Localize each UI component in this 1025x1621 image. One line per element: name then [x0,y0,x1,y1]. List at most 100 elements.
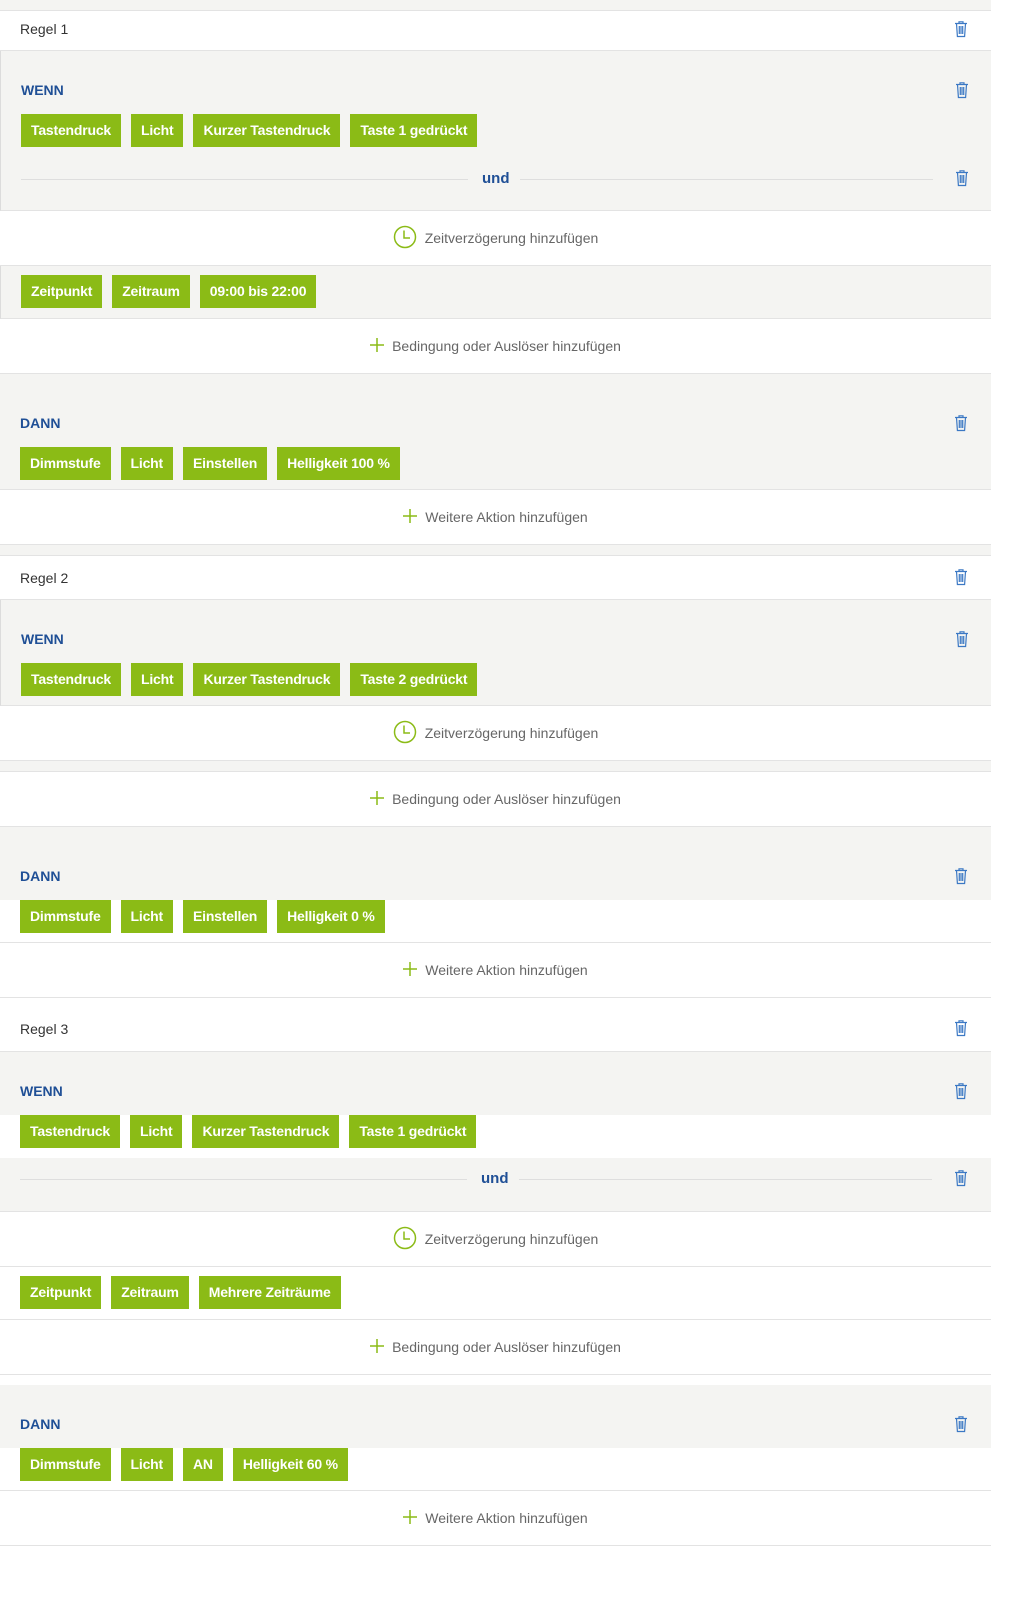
add-action-label: Weitere Aktion hinzufügen [425,509,588,525]
delete-rule-1-icon[interactable] [953,20,969,38]
delete-rule-3-icon[interactable] [953,1019,969,1037]
delete-dann-icon[interactable] [953,414,969,432]
chip[interactable]: Dimmstufe [20,900,111,933]
delete-rule-2-icon[interactable] [953,568,969,586]
chip[interactable]: AN [183,1448,223,1481]
add-condition-label: Bedingung oder Auslöser hinzufügen [392,791,621,807]
dann-label: DANN [20,868,61,884]
delete-dann-icon[interactable] [953,1415,969,1433]
chip[interactable]: Dimmstufe [20,1448,111,1481]
delete-wenn-icon[interactable] [954,630,970,648]
rules-editor: Regel 1 WENN Tastendruck Licht Kurzer Ta… [0,0,1025,1621]
add-action-button[interactable]: Weitere Aktion hinzufügen [0,1491,991,1546]
wenn-label: WENN [20,1083,63,1099]
add-condition-button[interactable]: Bedingung oder Auslöser hinzufügen [0,772,991,827]
plus-icon [370,337,385,355]
rule-3-und-row: und [0,1158,991,1212]
clock-icon [393,1226,417,1253]
add-delay-label: Zeitverzögerung hinzufügen [424,1231,599,1247]
chip[interactable]: Taste 1 gedrückt [350,114,478,147]
condition-chip-list: Zeitpunkt Zeitraum 09:00 bis 22:00 [21,275,317,308]
wenn-label: WENN [21,631,64,647]
add-condition-button[interactable]: Bedingung oder Auslöser hinzufügen [0,319,991,374]
add-delay-label: Zeitverzögerung hinzufügen [424,725,599,741]
chip[interactable]: 09:00 bis 22:00 [199,275,317,308]
add-delay-button[interactable]: Zeitverzögerung hinzufügen [0,706,991,761]
delete-und-icon[interactable] [953,1169,969,1187]
und-label: und [482,170,510,187]
clock-icon [393,225,417,252]
dann-chip-list: Dimmstufe Licht Einstellen Helligkeit 10… [20,447,400,480]
add-condition-label: Bedingung oder Auslöser hinzufügen [392,1339,621,1355]
dann-chip-list: Dimmstufe Licht AN Helligkeit 60 % [20,1448,348,1481]
und-divider-left [20,1179,467,1180]
chip[interactable]: Tastendruck [21,663,122,696]
chip[interactable]: Zeitpunkt [21,275,103,308]
condition-chip-list: Zeitpunkt Zeitraum Mehrere Zeiträume [20,1276,341,1309]
add-condition-button[interactable]: Bedingung oder Auslöser hinzufügen [0,1320,991,1375]
chip[interactable]: Tastendruck [20,1115,121,1148]
chip[interactable]: Kurzer Tastendruck [192,1115,340,1148]
wenn-label: WENN [21,82,64,98]
chip[interactable]: Taste 1 gedrückt [349,1115,477,1148]
rule-3-header: Regel 3 [0,998,991,1052]
rule-1-dann-section: DANN Dimmstufe Licht Einstellen Helligke… [0,374,991,490]
chip[interactable]: Licht [131,663,184,696]
rule-3-dann-chip-row: Dimmstufe Licht AN Helligkeit 60 % [0,1448,991,1491]
plus-icon [370,1338,385,1356]
rule-3-condition-section: Zeitpunkt Zeitraum Mehrere Zeiträume [0,1267,991,1320]
chip[interactable]: Dimmstufe [20,447,111,480]
wenn-chip-list: Tastendruck Licht Kurzer Tastendruck Tas… [21,114,478,147]
chip[interactable]: Licht [120,900,173,933]
add-action-label: Weitere Aktion hinzufügen [425,962,588,978]
add-delay-button[interactable]: Zeitverzögerung hinzufügen [0,1212,991,1267]
und-divider-left [21,179,468,180]
rule-gap [0,545,991,555]
plus-icon [403,508,418,526]
und-divider-right [520,179,933,180]
chip[interactable]: Helligkeit 0 % [277,900,385,933]
plus-icon [370,790,385,808]
chip[interactable]: Taste 2 gedrückt [350,663,478,696]
delete-wenn-icon[interactable] [954,81,970,99]
add-condition-label: Bedingung oder Auslöser hinzufügen [392,338,621,354]
chip[interactable]: Licht [120,447,173,480]
chip[interactable]: Zeitraum [111,1276,189,1309]
chip[interactable]: Licht [130,1115,183,1148]
clock-icon [393,720,417,747]
rule-1-header: Regel 1 [0,11,991,51]
chip[interactable]: Helligkeit 60 % [232,1448,348,1481]
rule-1-wenn-section: WENN Tastendruck Licht Kurzer Tastendruc… [0,51,991,211]
chip[interactable]: Licht [120,1448,173,1481]
dann-chip-list: Dimmstufe Licht Einstellen Helligkeit 0 … [20,900,385,933]
rule-2-wenn-section: WENN Tastendruck Licht Kurzer Tastendruc… [0,600,991,706]
rule-2-dann-section: DANN [0,827,991,900]
plus-icon [403,961,418,979]
rule-2-header: Regel 2 [0,555,991,600]
rule-title: Regel 1 [20,21,69,37]
chip[interactable]: Mehrere Zeiträume [198,1276,341,1309]
chip[interactable]: Kurzer Tastendruck [193,114,341,147]
chip[interactable]: Zeitpunkt [20,1276,102,1309]
rule-title: Regel 3 [20,1021,69,1037]
chip[interactable]: Kurzer Tastendruck [193,663,341,696]
plus-icon [403,1509,418,1527]
chip[interactable]: Helligkeit 100 % [277,447,400,480]
chip[interactable]: Einstellen [183,447,268,480]
chip[interactable]: Licht [131,114,184,147]
wenn-chip-list: Tastendruck Licht Kurzer Tastendruck Tas… [20,1115,477,1148]
add-action-button[interactable]: Weitere Aktion hinzufügen [0,490,991,545]
delete-wenn-icon[interactable] [953,1082,969,1100]
top-edge [0,0,991,11]
chip[interactable]: Einstellen [183,900,268,933]
delete-dann-icon[interactable] [953,867,969,885]
und-divider-right [519,1179,932,1180]
rule-3-wenn-chip-row: Tastendruck Licht Kurzer Tastendruck Tas… [0,1115,991,1158]
rule-1-condition-section: Zeitpunkt Zeitraum 09:00 bis 22:00 [0,266,991,319]
delete-und-icon[interactable] [954,169,970,187]
add-action-button[interactable]: Weitere Aktion hinzufügen [0,943,991,998]
chip[interactable]: Tastendruck [21,114,122,147]
chip[interactable]: Zeitraum [112,275,190,308]
add-delay-button[interactable]: Zeitverzögerung hinzufügen [0,211,991,266]
rule-title: Regel 2 [20,570,69,586]
